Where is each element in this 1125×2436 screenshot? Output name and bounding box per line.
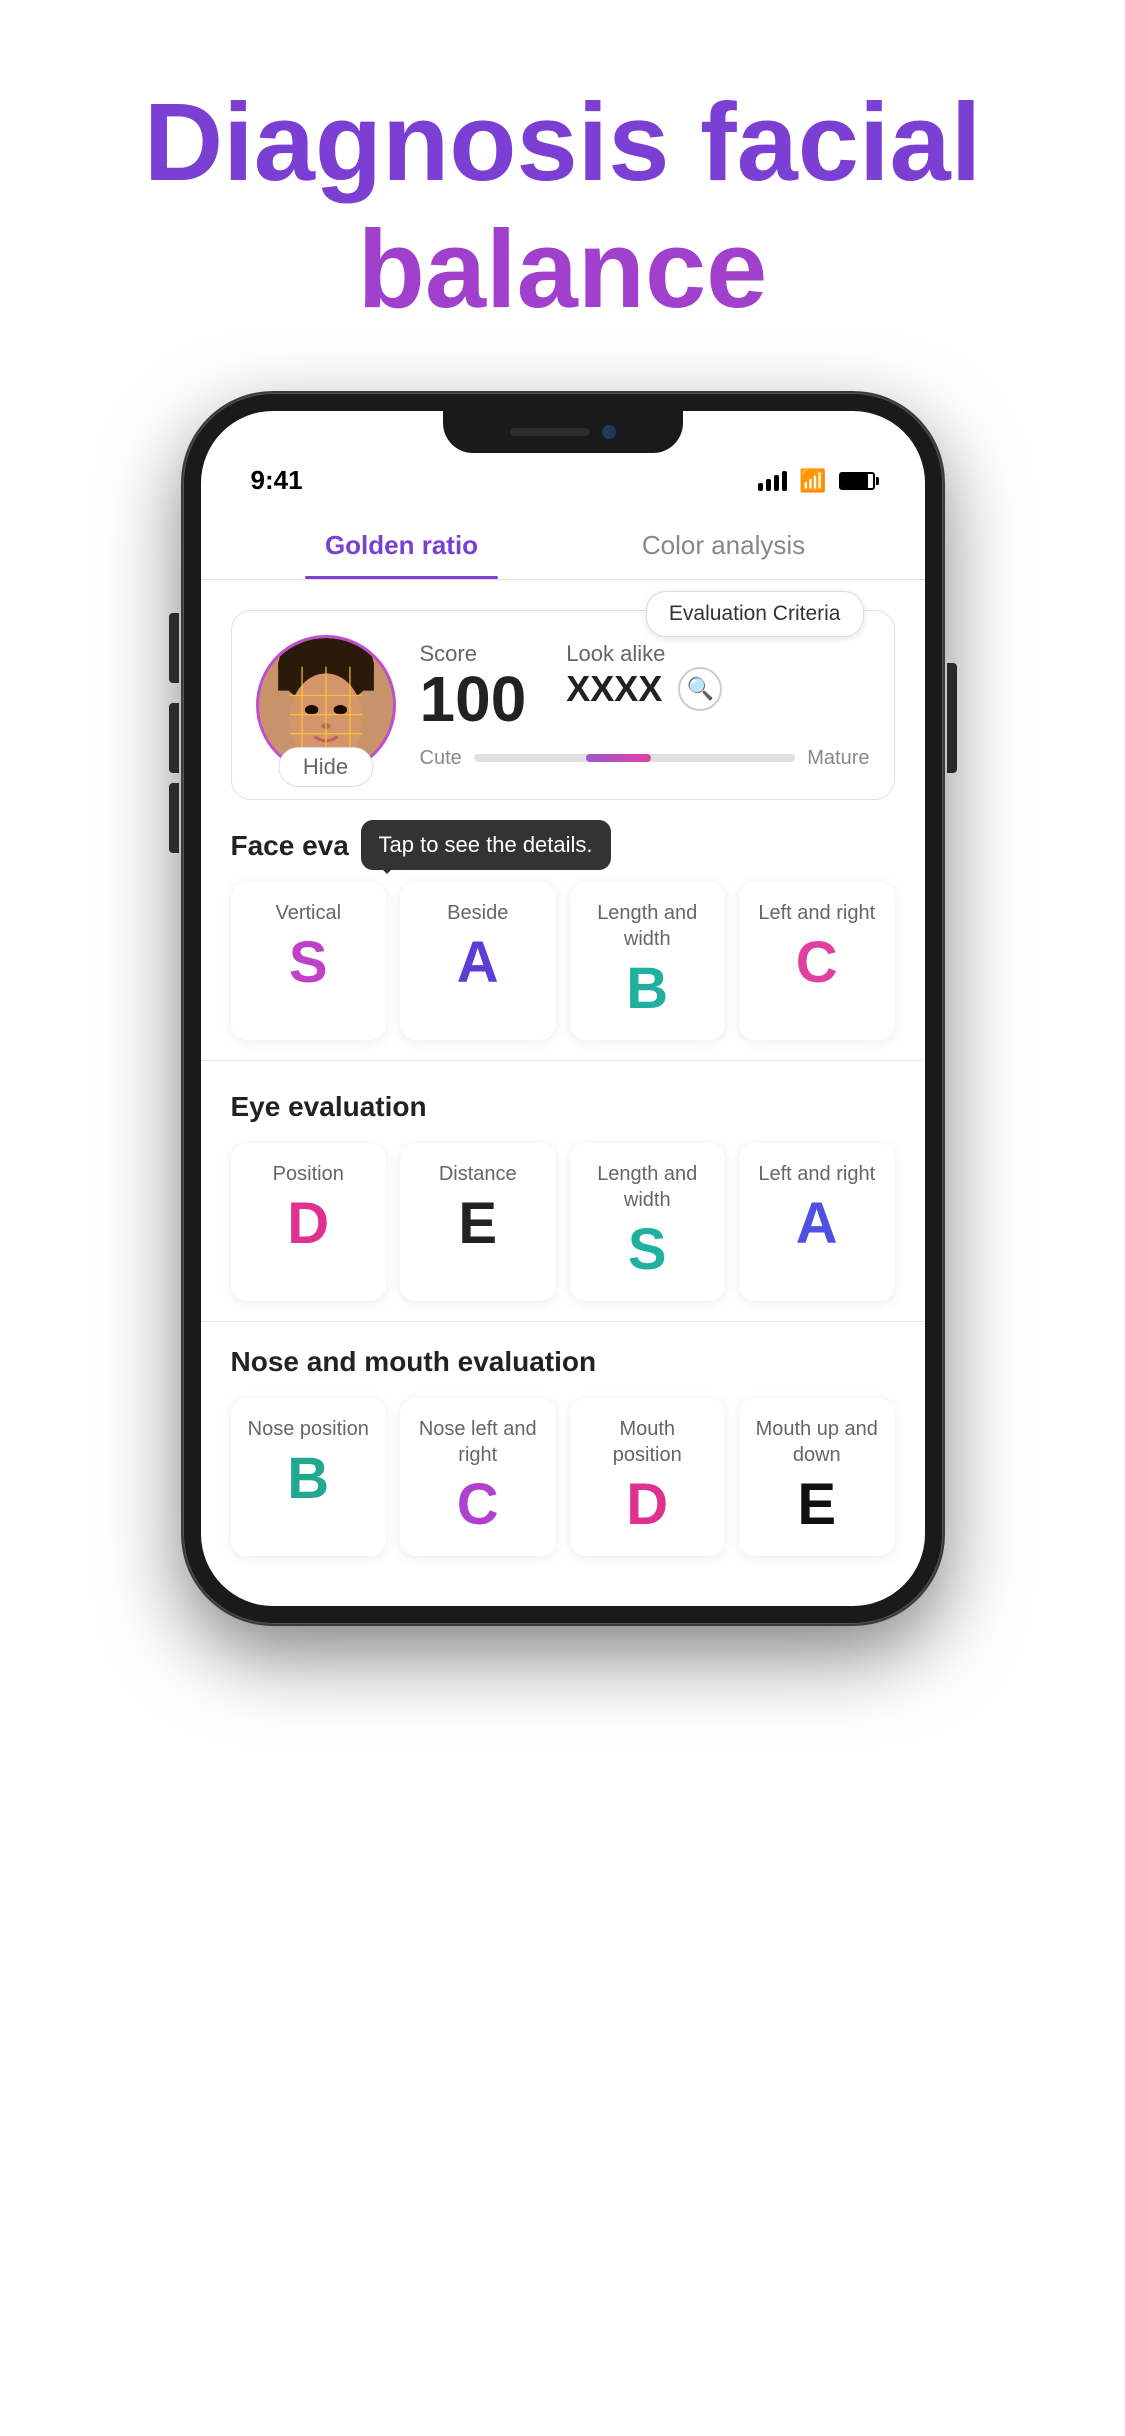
eye-card-left-right[interactable]: Left and right A [739,1143,895,1301]
phone-screen: 9:41 📶 Golden ratio [201,411,925,1606]
score-info: Score 100 Look alike XXXX 🔍 [420,641,870,770]
eye-eval-title: Eye evaluation [231,1091,427,1123]
eye-card-position[interactable]: Position D [231,1143,387,1301]
search-button[interactable]: 🔍 [678,667,722,711]
mouth-card-up-down-grade: E [797,1476,836,1534]
nose-mouth-grid: Nose position B Nose left and right C Mo… [231,1398,895,1556]
phone-mockup: 9:41 📶 Golden ratio [183,393,943,1624]
face-card-left-right-grade: C [796,934,838,992]
status-right: 📶 [758,468,874,494]
eye-card-left-right-label: Left and right [758,1161,875,1187]
look-alike-column: Look alike XXXX 🔍 [566,641,722,731]
face-eval-grid: Vertical S Beside A Length and width B L… [231,882,895,1040]
look-alike-row: XXXX 🔍 [566,667,722,711]
nose-mouth-header: Nose and mouth evaluation [231,1346,895,1378]
status-time: 9:41 [251,465,303,496]
eye-card-distance-grade: E [458,1195,497,1253]
nose-card-position[interactable]: Nose position B [231,1398,387,1556]
nose-card-left-right-grade: C [457,1476,499,1534]
score-row: Score 100 Look alike XXXX 🔍 [420,641,870,731]
signal-bars-icon [758,471,787,491]
wifi-icon: 📶 [799,468,826,494]
eye-card-length-width-grade: S [628,1221,667,1279]
nose-card-left-right[interactable]: Nose left and right C [400,1398,556,1556]
notch-speaker [510,428,590,436]
nose-mouth-evaluation-section: Nose and mouth evaluation Nose position … [201,1346,925,1556]
face-eval-title: Face eva [231,830,349,862]
mouth-card-position-grade: D [626,1476,668,1534]
look-alike-value: XXXX [566,668,662,710]
eye-card-length-width[interactable]: Length and width S [570,1143,726,1301]
mouth-card-position-label: Mouth position [584,1416,712,1468]
signal-bar-3 [774,475,779,491]
phone-outer: 9:41 📶 Golden ratio [183,393,943,1624]
notch [443,411,683,453]
eye-card-distance[interactable]: Distance E [400,1143,556,1301]
eye-evaluation-section: Eye evaluation Position D Distance E Len… [201,1091,925,1301]
cute-mature-slider: Cute Mature [420,747,870,770]
face-card-vertical[interactable]: Vertical S [231,882,387,1040]
slider-track[interactable] [474,754,796,762]
eye-eval-grid: Position D Distance E Length and width S… [231,1143,895,1301]
notch-camera [602,425,616,439]
title-section: Diagnosis facial balance [0,0,1125,393]
eye-eval-header: Eye evaluation [231,1091,895,1123]
mature-label: Mature [807,747,869,770]
eye-card-position-grade: D [287,1195,329,1253]
signal-bar-2 [766,479,771,491]
signal-bar-4 [782,471,787,491]
eye-card-left-right-grade: A [796,1195,838,1253]
title-balance: balance [358,208,768,331]
face-card-beside-label: Beside [447,900,508,926]
nose-card-position-label: Nose position [248,1416,369,1442]
nose-mouth-title: Nose and mouth evaluation [231,1346,597,1378]
eye-card-length-width-label: Length and width [584,1161,712,1213]
face-card-vertical-label: Vertical [275,900,341,926]
avatar-container: Hide [256,635,396,775]
mouth-card-up-down-label: Mouth up and down [753,1416,881,1468]
tab-color-analysis[interactable]: Color analysis [563,512,885,579]
face-card-beside[interactable]: Beside A [400,882,556,1040]
score-card: Evaluation Criteria [231,610,895,800]
battery-fill [841,474,868,488]
look-alike-label: Look alike [566,641,665,667]
title-diagnosis: Diagnosis facial [144,81,982,204]
score-value: 100 [420,667,527,731]
battery-icon [839,472,875,490]
face-evaluation-section: Face eva Tap to see the details. Vertica… [201,830,925,1040]
section-divider-2 [201,1321,925,1322]
mouth-card-up-down[interactable]: Mouth up and down E [739,1398,895,1556]
tab-golden-ratio[interactable]: Golden ratio [241,512,563,579]
eye-card-distance-label: Distance [439,1161,517,1187]
face-card-left-right-label: Left and right [758,900,875,926]
hide-button[interactable]: Hide [278,747,373,787]
face-card-length-width[interactable]: Length and width B [570,882,726,1040]
face-card-left-right[interactable]: Left and right C [739,882,895,1040]
eval-criteria-button[interactable]: Evaluation Criteria [646,591,864,637]
slider-fill [586,754,650,762]
nose-card-position-grade: B [287,1450,329,1508]
signal-bar-1 [758,483,763,491]
face-card-vertical-grade: S [289,934,328,992]
face-card-length-width-grade: B [626,960,668,1018]
eye-card-position-label: Position [273,1161,344,1187]
score-column: Score 100 [420,641,527,731]
section-divider-1 [201,1060,925,1061]
cute-label: Cute [420,747,462,770]
bottom-spacer [201,1566,925,1606]
face-eval-header: Face eva Tap to see the details. [231,830,895,862]
face-card-beside-grade: A [457,934,499,992]
nose-card-left-right-label: Nose left and right [414,1416,542,1468]
tab-bar: Golden ratio Color analysis [201,512,925,580]
tooltip-bubble: Tap to see the details. [361,820,611,870]
mouth-card-position[interactable]: Mouth position D [570,1398,726,1556]
face-card-length-width-label: Length and width [584,900,712,952]
